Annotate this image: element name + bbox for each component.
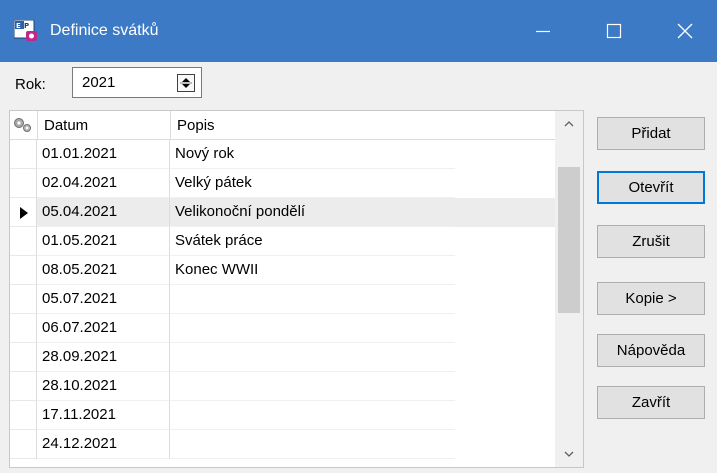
app-icon: E P <box>13 19 38 42</box>
close-button[interactable]: Zavřít <box>597 386 705 419</box>
chevron-down-icon <box>564 451 574 457</box>
table-row[interactable]: 06.07.2021 <box>10 314 555 343</box>
description-cell[interactable] <box>170 372 455 401</box>
row-indicator[interactable] <box>10 372 37 401</box>
table-row[interactable]: 24.12.2021 <box>10 430 555 459</box>
date-cell[interactable]: 28.10.2021 <box>37 372 170 401</box>
minimize-button[interactable] <box>511 0 575 62</box>
table-row[interactable]: 05.04.2021 Velikonoční pondělí <box>10 198 555 227</box>
date-cell[interactable]: 06.07.2021 <box>37 314 170 343</box>
description-cell[interactable]: Svátek práce <box>170 227 455 256</box>
year-spinner[interactable] <box>177 74 195 92</box>
grid-header: Datum Popis <box>10 111 555 140</box>
table-row[interactable]: 28.09.2021 <box>10 343 555 372</box>
year-field[interactable]: 2021 <box>72 67 202 98</box>
date-cell[interactable]: 24.12.2021 <box>37 430 170 459</box>
year-value[interactable]: 2021 <box>82 73 115 93</box>
delete-button[interactable]: Zrušit <box>597 225 705 258</box>
description-cell[interactable] <box>170 343 455 372</box>
row-indicator[interactable] <box>10 401 37 430</box>
svg-text:E: E <box>16 22 21 30</box>
description-cell[interactable]: Nový rok <box>170 140 455 169</box>
row-indicator[interactable] <box>10 198 37 227</box>
row-indicator[interactable] <box>10 140 37 169</box>
date-cell[interactable]: 01.05.2021 <box>37 227 170 256</box>
row-indicator[interactable] <box>10 343 37 372</box>
table-row[interactable]: 28.10.2021 <box>10 372 555 401</box>
svg-text:P: P <box>24 22 29 30</box>
help-button[interactable]: Nápověda <box>597 334 705 367</box>
minimize-icon <box>536 30 550 33</box>
scroll-down-button[interactable] <box>555 441 583 467</box>
current-row-arrow-icon <box>20 207 28 219</box>
date-cell[interactable]: 01.01.2021 <box>37 140 170 169</box>
settings-gears-icon[interactable] <box>12 116 34 134</box>
table-row[interactable]: 05.07.2021 <box>10 285 555 314</box>
add-button[interactable]: Přidat <box>597 117 705 150</box>
spin-arrows-icon <box>180 78 192 88</box>
column-header-date[interactable]: Datum <box>37 111 170 140</box>
date-cell[interactable]: 02.04.2021 <box>37 169 170 198</box>
description-cell[interactable] <box>170 314 455 343</box>
close-window-button[interactable] <box>653 0 717 62</box>
date-cell[interactable]: 05.04.2021 <box>37 198 170 227</box>
row-indicator[interactable] <box>10 285 37 314</box>
description-cell[interactable]: Velikonoční pondělí <box>170 198 455 227</box>
table-row[interactable]: 02.04.2021 Velký pátek <box>10 169 555 198</box>
maximize-button[interactable] <box>582 0 646 62</box>
close-icon <box>677 23 693 39</box>
description-cell[interactable] <box>170 285 455 314</box>
chevron-up-icon <box>564 121 574 127</box>
maximize-icon <box>606 23 622 39</box>
row-indicator[interactable] <box>10 314 37 343</box>
description-cell[interactable] <box>170 430 455 459</box>
description-cell[interactable] <box>170 401 455 430</box>
scroll-up-button[interactable] <box>555 111 583 137</box>
holiday-definition-window: E P Definice svátků Rok: 2021 Datum Popi… <box>0 0 717 473</box>
copy-button[interactable]: Kopie > <box>597 282 705 315</box>
table-row[interactable]: 01.05.2021 Svátek práce <box>10 227 555 256</box>
row-indicator[interactable] <box>10 256 37 285</box>
date-cell[interactable]: 05.07.2021 <box>37 285 170 314</box>
date-cell[interactable]: 17.11.2021 <box>37 401 170 430</box>
open-button[interactable]: Otevřít <box>597 171 705 204</box>
table-row[interactable]: 17.11.2021 <box>10 401 555 430</box>
year-label: Rok: <box>15 76 46 93</box>
column-header-description[interactable]: Popis <box>170 111 455 140</box>
description-cell[interactable]: Velký pátek <box>170 169 455 198</box>
row-indicator[interactable] <box>10 430 37 459</box>
title-bar[interactable]: E P Definice svátků <box>0 0 717 62</box>
row-indicator[interactable] <box>10 169 37 198</box>
vertical-scrollbar[interactable] <box>555 111 583 467</box>
description-cell[interactable]: Konec WWII <box>170 256 455 285</box>
window-title: Definice svátků <box>50 22 159 39</box>
row-indicator[interactable] <box>10 227 37 256</box>
table-row[interactable]: 01.01.2021 Nový rok <box>10 140 555 169</box>
holiday-grid[interactable]: Datum Popis 01.01.2021 Nový rok 02.04.2021… <box>9 110 584 468</box>
table-row[interactable]: 08.05.2021 Konec WWII <box>10 256 555 285</box>
date-cell[interactable]: 28.09.2021 <box>37 343 170 372</box>
scroll-thumb[interactable] <box>558 167 580 313</box>
date-cell[interactable]: 08.05.2021 <box>37 256 170 285</box>
